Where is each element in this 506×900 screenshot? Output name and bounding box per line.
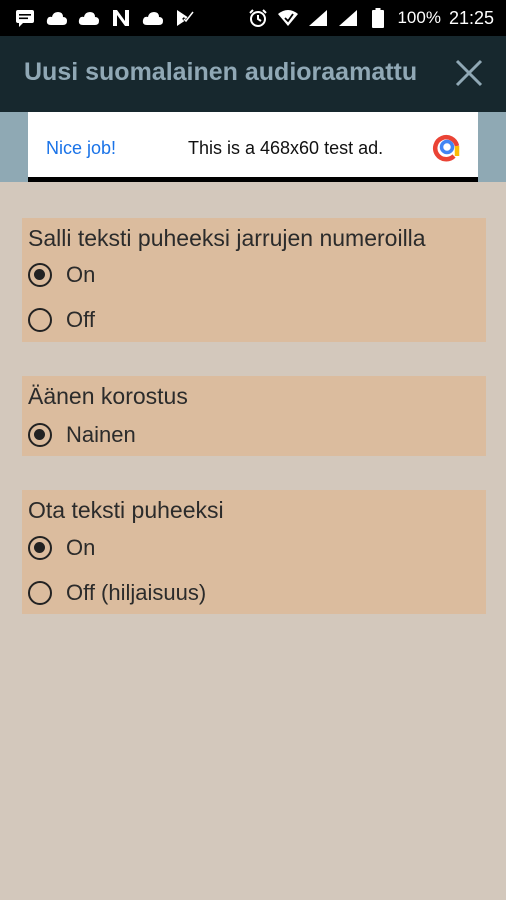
page-title: Uusi suomalainen audioraamattu: [24, 58, 418, 86]
ad-banner[interactable]: Nice job! This is a 468x60 test ad.: [28, 112, 478, 182]
option-label: Off: [66, 307, 95, 332]
radio-option-off[interactable]: Off: [28, 301, 95, 339]
status-bar: 100% 21:25: [0, 0, 506, 36]
radio-unchecked-icon[interactable]: [28, 581, 52, 605]
battery-icon: [367, 7, 389, 29]
check-icon: [174, 7, 196, 29]
app-header: Uusi suomalainen audioraamattu: [0, 36, 506, 112]
signal-icon: [307, 7, 329, 29]
radio-checked-icon[interactable]: [28, 536, 52, 560]
ad-nice-label: Nice job!: [46, 138, 117, 158]
radio-checked-icon[interactable]: [28, 263, 52, 287]
section-title: Äänen korostus: [28, 383, 188, 409]
wifi-icon: [277, 7, 299, 29]
close-icon: [455, 59, 483, 87]
message-icon: [14, 7, 36, 29]
status-bar-left: [14, 7, 196, 29]
option-label: On: [66, 262, 96, 287]
ad-logo-icon: [432, 135, 460, 162]
section-title: Salli teksti puheeksi jarrujen numeroill…: [28, 225, 426, 251]
settings-section-tts-enable: Ota teksti puheeksi On Off (hiljaisuus): [22, 490, 486, 614]
ad-text: This is a 468x60 test ad.: [188, 138, 384, 158]
alarm-icon: [247, 7, 269, 29]
battery-percent: 100%: [397, 8, 441, 27]
n-icon: [110, 7, 132, 29]
section-title: Ota teksti puheeksi: [28, 497, 224, 523]
settings-section-tts-numbers: Salli teksti puheeksi jarrujen numeroill…: [22, 218, 486, 342]
radio-unchecked-icon[interactable]: [28, 308, 52, 332]
settings-section-voice: Äänen korostus Nainen: [22, 376, 486, 456]
cloud-icon: [78, 7, 100, 29]
radio-option-on[interactable]: On: [28, 256, 95, 294]
clock-time: 21:25: [448, 7, 494, 28]
radio-option-on[interactable]: On: [28, 529, 95, 567]
option-label: Off (hiljaisuus): [66, 580, 207, 605]
signal-icon: [337, 7, 359, 29]
option-label: Nainen: [66, 422, 136, 447]
status-bar-right: 100% 21:25: [247, 7, 494, 29]
radio-checked-icon[interactable]: [28, 423, 52, 447]
option-label: On: [66, 535, 96, 560]
ad-strip: Nice job! This is a 468x60 test ad.: [0, 112, 506, 182]
cloud-icon: [142, 7, 164, 29]
cloud-icon: [46, 7, 68, 29]
radio-option-nainen[interactable]: Nainen: [28, 416, 136, 454]
close-button[interactable]: [452, 56, 486, 90]
radio-option-off-silence[interactable]: Off (hiljaisuus): [28, 574, 206, 612]
